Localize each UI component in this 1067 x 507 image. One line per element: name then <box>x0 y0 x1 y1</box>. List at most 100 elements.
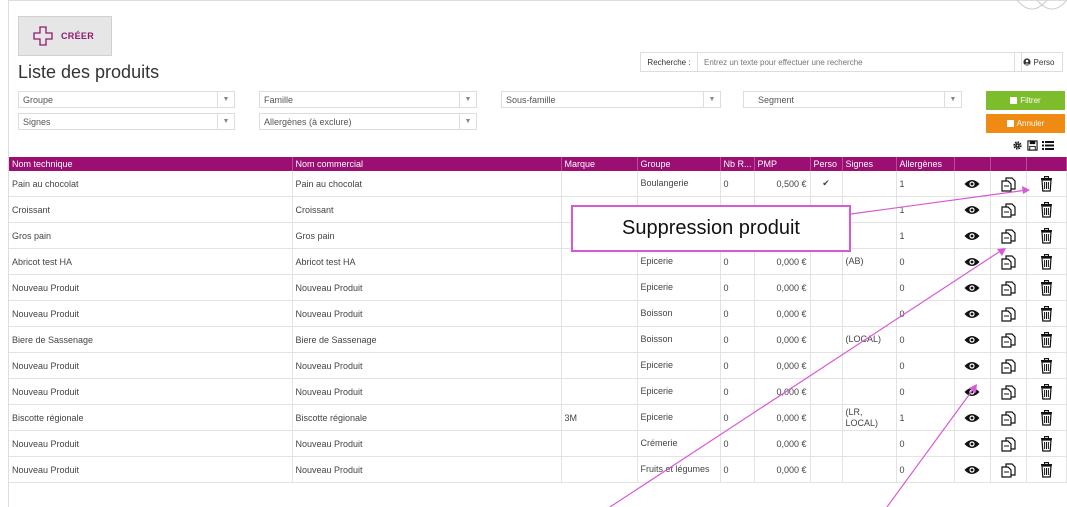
view-button[interactable] <box>954 378 991 405</box>
filter-groupe-select[interactable]: Groupe ▼ <box>18 91 235 108</box>
view-button[interactable] <box>954 326 991 353</box>
eye-icon <box>964 179 980 188</box>
duplicate-button[interactable] <box>990 274 1027 301</box>
action-column-header <box>1026 157 1067 171</box>
column-header[interactable]: Signes <box>842 157 897 171</box>
delete-button[interactable] <box>1026 300 1067 327</box>
delete-button[interactable] <box>1026 248 1067 275</box>
view-button[interactable] <box>954 196 991 223</box>
cell-tech: Nouveau Produit <box>9 300 293 327</box>
filter-allergenes-select[interactable]: Allergènes (à exclure) ▼ <box>259 113 477 130</box>
table-row[interactable]: Abricot test HA Abricot test HA Epicerie 0 0… <box>9 248 1067 275</box>
table-row[interactable]: Croissant Croissant 1 <box>9 196 1067 223</box>
duplicate-button[interactable] <box>990 248 1027 275</box>
filter-button-label: Filtrer <box>1020 96 1041 105</box>
column-header[interactable]: Nb R... <box>720 157 755 171</box>
view-button[interactable] <box>954 456 991 483</box>
view-button[interactable] <box>954 274 991 301</box>
view-button[interactable] <box>954 352 991 379</box>
table-row[interactable]: Biscotte régionale Biscotte régionale 3M Ep… <box>9 404 1067 431</box>
cell-groupe: Epicerie <box>637 352 721 379</box>
duplicate-button[interactable] <box>990 456 1027 483</box>
chevron-down-icon: ▼ <box>459 114 476 129</box>
delete-button[interactable] <box>1026 352 1067 379</box>
column-header[interactable]: Perso <box>810 157 843 171</box>
table-row[interactable]: Nouveau Produit Nouveau Produit Fruits et … <box>9 456 1067 483</box>
duplicate-button[interactable] <box>990 404 1027 431</box>
duplicate-button[interactable] <box>990 430 1027 457</box>
duplicate-icon <box>1001 436 1016 452</box>
create-button[interactable]: CRÉER <box>18 16 112 56</box>
cell-perso <box>810 378 843 405</box>
column-header[interactable]: Nom commercial <box>292 157 562 171</box>
view-button[interactable] <box>954 171 991 197</box>
cell-perso <box>810 300 843 327</box>
cell-marque <box>561 326 638 353</box>
delete-button[interactable] <box>1026 404 1067 431</box>
view-button[interactable] <box>954 404 991 431</box>
delete-button[interactable] <box>1026 196 1067 223</box>
cell-allerg: 1 <box>896 404 955 431</box>
perso-button[interactable]: Perso <box>1014 52 1063 72</box>
duplicate-button[interactable] <box>990 171 1027 197</box>
cell-marque <box>561 274 638 301</box>
filter-segment-select[interactable]: Segment ▼ <box>743 91 962 108</box>
trash-icon <box>1040 331 1052 348</box>
list-icon[interactable] <box>1042 140 1054 151</box>
chevron-down-icon: ▼ <box>944 92 961 107</box>
duplicate-button[interactable] <box>990 352 1027 379</box>
table-row[interactable]: Nouveau Produit Nouveau Produit Boisson 0 0,… <box>9 300 1067 327</box>
save-icon[interactable] <box>1027 140 1038 151</box>
column-header[interactable]: Groupe <box>637 157 721 171</box>
delete-button[interactable] <box>1026 430 1067 457</box>
column-header[interactable]: PMP <box>754 157 811 171</box>
filter-button[interactable]: Filtrer <box>986 91 1065 110</box>
delete-button[interactable] <box>1026 222 1067 249</box>
column-header[interactable]: Nom technique <box>9 157 293 171</box>
view-button[interactable] <box>954 300 991 327</box>
gear-icon[interactable] <box>1012 140 1023 151</box>
cell-tech: Nouveau Produit <box>9 378 293 405</box>
table-row[interactable]: Nouveau Produit Nouveau Produit Epicerie 0 0… <box>9 378 1067 405</box>
duplicate-button[interactable] <box>990 222 1027 249</box>
view-button[interactable] <box>954 430 991 457</box>
cell-comm: Pain au chocolat <box>292 171 562 197</box>
view-button[interactable] <box>954 222 991 249</box>
cell-perso <box>810 430 843 457</box>
table-row[interactable]: Gros pain Gros pain 1 <box>9 222 1067 249</box>
delete-button[interactable] <box>1026 378 1067 405</box>
view-button[interactable] <box>954 248 991 275</box>
cell-tech: Pain au chocolat <box>9 171 293 197</box>
duplicate-button[interactable] <box>990 326 1027 353</box>
cell-allerg: 1 <box>896 196 955 223</box>
search-input[interactable] <box>698 53 1021 71</box>
cell-comm: Croissant <box>292 196 562 223</box>
cell-marque <box>561 248 638 275</box>
perso-button-label: Perso <box>1033 57 1055 67</box>
cell-nb: 0 <box>720 274 755 301</box>
table-row[interactable]: Nouveau Produit Nouveau Produit Epicerie 0 0… <box>9 352 1067 379</box>
filter-sous-famille-select[interactable]: Sous-famille ▼ <box>501 91 721 108</box>
table-row[interactable]: Biere de Sassenage Biere de Sassenage Bois… <box>9 326 1067 353</box>
duplicate-button[interactable] <box>990 196 1027 223</box>
column-header[interactable]: Marque <box>561 157 638 171</box>
table-row[interactable]: Nouveau Produit Nouveau Produit Epicerie 0 0… <box>9 274 1067 301</box>
column-header[interactable]: Allergènes <box>896 157 955 171</box>
table-row[interactable]: Nouveau Produit Nouveau Produit Crémerie 0 0… <box>9 430 1067 457</box>
cell-signes <box>842 171 897 197</box>
cell-groupe: Epicerie <box>637 378 721 405</box>
delete-button[interactable] <box>1026 171 1067 197</box>
duplicate-button[interactable] <box>990 378 1027 405</box>
table-row[interactable]: Pain au chocolat Pain au chocolat Boulange… <box>9 171 1067 197</box>
filter-famille-select[interactable]: Famille ▼ <box>259 91 477 108</box>
duplicate-button[interactable] <box>990 300 1027 327</box>
delete-button[interactable] <box>1026 326 1067 353</box>
table-tools <box>1012 140 1054 151</box>
delete-button[interactable] <box>1026 456 1067 483</box>
trash-icon <box>1040 409 1052 426</box>
cancel-button[interactable]: Annuler <box>986 114 1065 133</box>
cell-comm: Nouveau Produit <box>292 456 562 483</box>
delete-button[interactable] <box>1026 274 1067 301</box>
cell-perso: ✔ <box>810 171 843 197</box>
filter-signes-select[interactable]: Signes ▼ <box>18 113 235 130</box>
